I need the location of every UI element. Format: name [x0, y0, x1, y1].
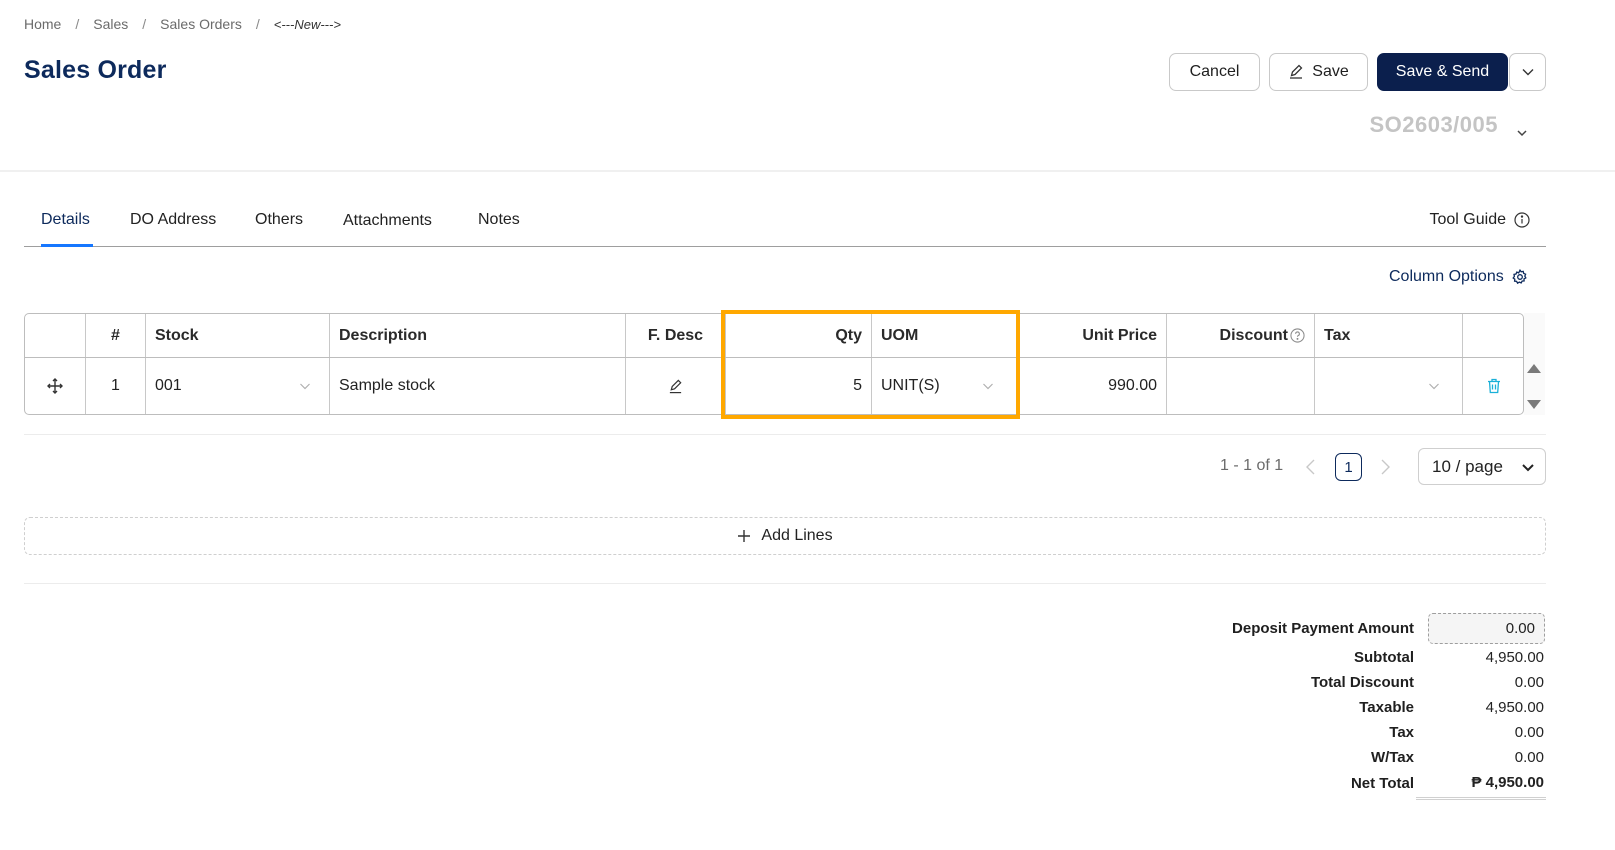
tab-attachments[interactable]: Attachments	[343, 212, 432, 230]
divider	[24, 583, 1546, 584]
move-icon	[47, 378, 63, 394]
tax-value: 0.00	[1514, 724, 1544, 741]
breadcrumb-separator: /	[142, 16, 147, 32]
header-description: Description	[330, 314, 626, 357]
more-actions-button[interactable]	[1509, 53, 1546, 91]
row-number: 1	[86, 358, 146, 414]
save-button-label: Save	[1312, 63, 1349, 80]
page-size-select[interactable]: 10 / page	[1418, 448, 1546, 485]
stock-value: 001	[155, 377, 182, 394]
column-options-button[interactable]: Column Options	[1389, 268, 1528, 286]
plus-icon	[738, 530, 751, 542]
description-field[interactable]: Sample stock	[330, 358, 626, 414]
scroll-up-arrow[interactable]	[1527, 364, 1541, 373]
header-discount-label: Discount	[1219, 326, 1288, 344]
save-button[interactable]: Save	[1269, 53, 1368, 91]
delete-icon	[1488, 378, 1500, 394]
header-divider	[0, 170, 1615, 172]
unit-price-input[interactable]: 990.00	[1019, 358, 1167, 414]
breadcrumb-sales-orders[interactable]: Sales Orders	[160, 16, 242, 32]
breadcrumb: Home / Sales / Sales Orders / <---New---…	[24, 14, 341, 34]
header-drag	[25, 314, 86, 357]
edit-pencil-icon	[1290, 64, 1303, 79]
chevron-down-icon[interactable]	[1513, 124, 1531, 142]
header-tax: Tax	[1315, 314, 1463, 357]
net-total-value: ₱ 4,950.00	[1471, 774, 1544, 791]
page-number-button[interactable]: 1	[1335, 453, 1362, 481]
chevron-down-icon	[1429, 383, 1439, 390]
chevron-down-icon	[1522, 69, 1533, 76]
net-total-label: Net Total	[1350, 775, 1414, 792]
tool-guide-label: Tool Guide	[1429, 211, 1507, 228]
chevron-down-icon	[300, 383, 310, 390]
breadcrumb-home[interactable]: Home	[24, 16, 61, 32]
add-lines-label: Add Lines	[761, 527, 833, 544]
tab-bar: Details DO Address Others Attachments No…	[24, 200, 1546, 247]
next-page-icon[interactable]	[1378, 458, 1392, 476]
edit-pencil-icon	[669, 379, 682, 393]
header-number: #	[86, 314, 146, 357]
stock-select[interactable]: 001	[146, 358, 330, 414]
breadcrumb-separator: /	[75, 16, 80, 32]
drag-handle[interactable]	[25, 358, 86, 414]
divider	[24, 434, 1546, 435]
total-discount-value: 0.00	[1514, 674, 1544, 691]
add-lines-button[interactable]: Add Lines	[24, 517, 1546, 555]
qty-uom-highlight	[721, 310, 1020, 419]
column-options-label: Column Options	[1389, 268, 1504, 285]
breadcrumb-sales[interactable]: Sales	[93, 16, 128, 32]
header-discount: Discount	[1167, 314, 1315, 357]
header-f-desc: F. Desc	[626, 314, 726, 357]
breadcrumb-separator: /	[255, 16, 260, 32]
page-size-value: 10 / page	[1432, 456, 1503, 476]
tax-select[interactable]	[1315, 358, 1463, 414]
full-description-button[interactable]	[626, 358, 726, 414]
tool-guide-link[interactable]: Tool Guide	[1430, 211, 1531, 229]
pagination-range: 1 - 1 of 1	[1220, 457, 1284, 474]
save-and-send-button[interactable]: Save & Send	[1377, 53, 1508, 91]
header-actions	[1463, 314, 1523, 357]
cancel-button[interactable]: Cancel	[1169, 53, 1260, 91]
tab-do-address[interactable]: DO Address	[130, 211, 216, 229]
wtax-value: 0.00	[1514, 749, 1544, 766]
document-number: SO2603/005	[1369, 112, 1498, 137]
wtax-label: W/Tax	[1370, 749, 1414, 766]
gear-icon	[1512, 269, 1527, 285]
net-total-underline	[1416, 797, 1546, 800]
scroll-down-arrow[interactable]	[1527, 400, 1541, 409]
tab-others[interactable]: Others	[255, 211, 303, 229]
discount-input[interactable]	[1167, 358, 1315, 414]
breadcrumb-current: <---New--->	[273, 16, 341, 32]
tax-label: Tax	[1389, 724, 1414, 741]
taxable-label: Taxable	[1359, 699, 1414, 716]
info-icon	[1514, 212, 1530, 228]
deposit-input[interactable]	[1428, 613, 1545, 644]
header-stock: Stock	[146, 314, 330, 357]
tab-details[interactable]: Details	[41, 211, 90, 229]
subtotal-label: Subtotal	[1354, 649, 1414, 666]
active-tab-indicator	[41, 244, 93, 247]
previous-page-icon[interactable]	[1304, 458, 1318, 476]
total-discount-label: Total Discount	[1310, 674, 1414, 691]
header-unit-price: Unit Price	[1019, 314, 1167, 357]
page-title: Sales Order	[24, 56, 167, 84]
help-icon	[1290, 328, 1305, 343]
chevron-down-icon	[1522, 464, 1534, 472]
delete-row-button[interactable]	[1463, 358, 1523, 414]
taxable-value: 4,950.00	[1485, 699, 1544, 716]
subtotal-value: 4,950.00	[1485, 649, 1544, 666]
tab-notes[interactable]: Notes	[478, 211, 520, 229]
deposit-label: Deposit Payment Amount	[1232, 620, 1414, 637]
